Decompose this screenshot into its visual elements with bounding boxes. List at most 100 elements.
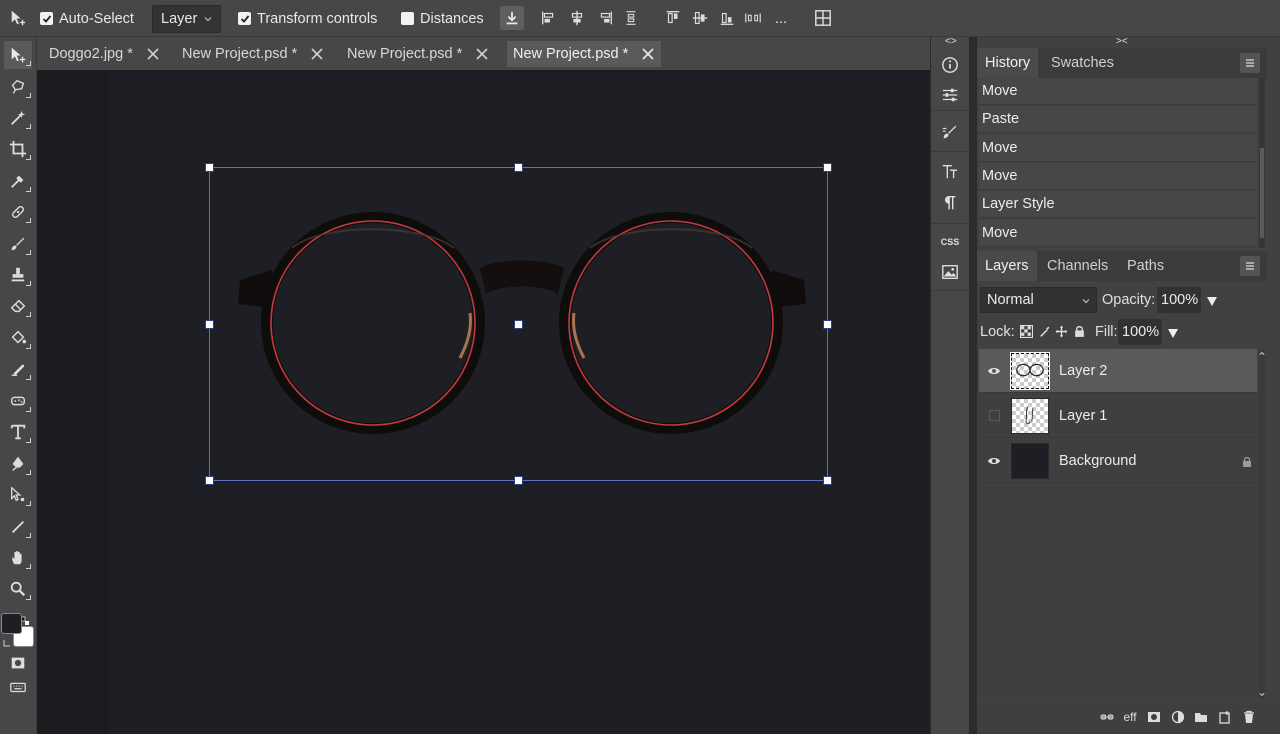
hand-tool-button[interactable] [4,544,32,572]
transform-handle-bottom[interactable] [514,476,523,485]
transform-handle-top-left[interactable] [205,163,214,172]
history-item[interactable]: Move [979,163,1257,190]
paragraph-icon[interactable] [940,193,960,213]
layers-scrollbar[interactable] [1259,349,1265,699]
history-scrollbar[interactable] [1259,78,1265,248]
delete-layer-icon[interactable] [1240,708,1258,726]
quick-selection-tool-button[interactable] [4,104,32,132]
blend-mode-dropdown[interactable]: Normal [980,287,1097,313]
align-bottom-icon[interactable] [717,8,737,28]
move-tool-icon[interactable] [8,8,28,28]
transform-handle-top[interactable] [514,163,523,172]
adjustment-layer-icon[interactable] [1169,708,1187,726]
doc-tab[interactable]: New Project.psd * [176,41,330,67]
close-icon[interactable] [476,48,488,60]
close-icon[interactable] [642,48,654,60]
history-item[interactable]: Paste [979,106,1257,133]
doc-tab[interactable]: Doggo2.jpg * [43,41,166,67]
fill-slider-toggle-icon[interactable] [1167,326,1179,338]
doc-tab-active[interactable]: New Project.psd * [507,41,662,67]
path-selection-tool-button[interactable] [4,481,32,509]
sponge-tool-button[interactable] [4,387,32,415]
opacity-input[interactable]: 100% [1157,287,1201,313]
info-icon[interactable] [940,55,960,75]
tab-channels[interactable]: Channels [1039,251,1116,281]
distances-checkbox[interactable]: Distances [401,0,484,37]
paint-bucket-tool-button[interactable] [4,324,32,352]
layer-mask-icon[interactable] [1145,708,1163,726]
reset-colors-icon[interactable] [2,635,12,647]
brush-tool-button[interactable] [4,230,32,258]
transform-handle-center[interactable] [514,320,523,329]
collapse-left-button[interactable]: <> [945,36,957,47]
transform-handle-top-right[interactable] [823,163,832,172]
visibility-toggle-hidden[interactable] [987,409,1001,423]
transform-controls-checkbox[interactable]: Transform controls [238,0,377,37]
panel-menu-icon[interactable] [1240,53,1260,73]
tab-history[interactable]: History [977,48,1039,78]
layer-effects-icon[interactable]: eff [1121,708,1139,726]
layer-row[interactable]: Background [979,439,1257,483]
link-layers-icon[interactable] [1098,708,1116,726]
eye-icon[interactable] [987,454,1001,468]
history-item[interactable]: Move [979,135,1257,162]
more-options[interactable]: ... [775,0,787,37]
transform-bounding-box[interactable] [205,163,832,485]
tab-swatches[interactable]: Swatches [1043,48,1122,78]
align-left-icon[interactable] [539,8,559,28]
type-tool-button[interactable] [4,418,32,446]
new-group-folder-icon[interactable] [1192,708,1210,726]
eye-icon[interactable] [987,364,1001,378]
fill-input[interactable]: 100% [1118,319,1162,345]
align-right-icon[interactable] [595,8,615,28]
collapse-right-button[interactable]: >< [1116,36,1128,47]
history-item[interactable]: Layer Style [979,191,1257,218]
history-item[interactable]: Move [979,78,1257,105]
lock-position-icon[interactable] [1055,325,1068,338]
layer-select-dropdown[interactable]: Layer [152,0,221,37]
smudge-tool-button[interactable] [4,355,32,383]
clone-stamp-tool-button[interactable] [4,261,32,289]
auto-select-checkbox[interactable]: Auto-Select [40,0,134,37]
layer-row[interactable]: Layer 2 [979,349,1257,393]
close-icon[interactable] [147,48,159,60]
crop-tool-button[interactable] [4,135,32,163]
line-tool-button[interactable] [4,513,32,541]
brush-settings-icon[interactable] [940,122,960,142]
panel-menu-icon[interactable] [1240,256,1260,276]
image-icon[interactable] [940,262,960,282]
move-tool-button[interactable] [4,41,32,69]
history-item[interactable]: Move [979,220,1257,247]
distribute-horizontal-icon[interactable] [743,8,763,28]
transform-handle-bottom-left[interactable] [205,476,214,485]
css-icon[interactable]: CSS [940,232,960,252]
eraser-tool-button[interactable] [4,292,32,320]
character-icon[interactable] [940,162,960,182]
pen-tool-button[interactable] [4,450,32,478]
layer-row[interactable]: Layer 1 [979,394,1257,438]
distribute-vertical-icon[interactable] [621,8,641,28]
tab-paths[interactable]: Paths [1119,251,1172,281]
lock-all-icon[interactable] [1073,325,1086,338]
keyboard-button[interactable] [4,673,32,701]
lasso-tool-button[interactable] [4,73,32,101]
align-top-icon[interactable] [663,8,683,28]
opacity-slider-toggle-icon[interactable] [1206,294,1218,306]
transform-handle-left[interactable] [205,320,214,329]
adjustments-icon[interactable] [940,85,960,105]
healing-brush-tool-button[interactable] [4,198,32,226]
tab-layers[interactable]: Layers [977,251,1037,281]
lock-transparency-icon[interactable] [1020,325,1033,338]
foreground-color-swatch[interactable] [1,613,22,634]
transform-handle-right[interactable] [823,320,832,329]
download-icon[interactable] [500,6,524,30]
align-center-horizontal-icon[interactable] [567,8,587,28]
lock-pixels-icon[interactable] [1038,325,1051,338]
grid-layout-icon[interactable] [813,8,833,28]
doc-tab[interactable]: New Project.psd * [341,41,495,67]
transform-handle-bottom-right[interactable] [823,476,832,485]
zoom-tool-button[interactable] [4,575,32,603]
align-middle-vertical-icon[interactable] [690,8,710,28]
close-icon[interactable] [311,48,323,60]
new-layer-icon[interactable] [1216,708,1234,726]
